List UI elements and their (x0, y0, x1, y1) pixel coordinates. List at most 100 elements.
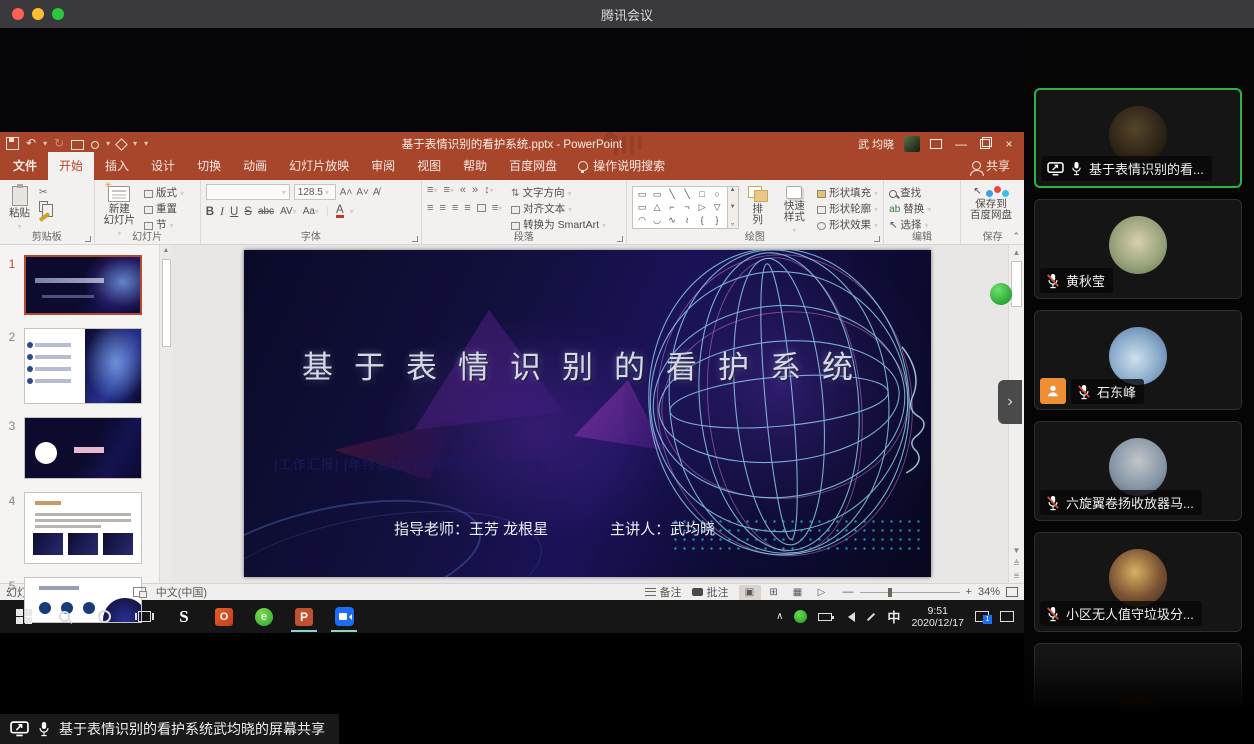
tab-review[interactable]: 审阅 (360, 152, 406, 180)
save-to-baidu-button[interactable]: ↖ 保存到 百度网盘 (966, 184, 1016, 223)
participant-tile[interactable]: 石东峰 (1034, 310, 1242, 410)
shape-fill-button[interactable]: 形状填充▾ (817, 187, 878, 200)
scroll-down-icon[interactable]: ▼ (1013, 546, 1021, 555)
tab-help[interactable]: 帮助 (452, 152, 498, 180)
antivirus-tray-icon[interactable] (794, 610, 807, 623)
shape-cell[interactable]: ⌐ (665, 201, 680, 214)
clipboard-dialog-launcher[interactable] (85, 236, 91, 242)
reading-view-button[interactable]: ▦ (787, 585, 809, 600)
tab-home[interactable]: 开始 (48, 152, 94, 180)
normal-view-button[interactable]: ▣ (739, 585, 761, 600)
shape-gallery[interactable]: ▭ ▭ ╲ ╲ □ ○ ▭ △ ⌐ ¬ ▷ ▽ (632, 186, 728, 229)
copy-icon[interactable] (39, 201, 48, 212)
shape-cell[interactable]: ¬ (680, 201, 695, 214)
zoom-level[interactable]: 34% (978, 586, 1000, 598)
shape-cell[interactable]: ╲ (680, 188, 695, 201)
shape-cell[interactable]: △ (650, 201, 665, 214)
tab-insert[interactable]: 插入 (94, 152, 140, 180)
shadow-button[interactable]: abc (258, 206, 274, 217)
change-case-button[interactable]: Aa▾ (303, 206, 319, 217)
slideshow-view-button[interactable]: ▷ (811, 585, 833, 600)
slide-sorter-view-button[interactable]: ⊞ (763, 585, 785, 600)
meeting-taskbar-icon[interactable] (324, 600, 364, 633)
show-hidden-icons[interactable]: ∧ (776, 611, 783, 622)
zoom-in-button[interactable]: + (966, 586, 972, 598)
line-spacing-icon[interactable]: ↕▾ (484, 184, 494, 196)
shape-cell[interactable]: { (695, 214, 710, 227)
share-contact-icon[interactable] (91, 141, 99, 149)
shape-cell[interactable]: ▭ (635, 201, 650, 214)
browser-app-icon[interactable]: e (244, 600, 284, 633)
increase-indent-icon[interactable]: » (472, 184, 478, 196)
tell-me-search[interactable]: 操作说明搜索 (568, 152, 675, 180)
powerpoint-taskbar-icon[interactable]: P (284, 600, 324, 633)
font-dialog-launcher[interactable] (412, 236, 418, 242)
qat-more-icon[interactable]: ▾ (144, 139, 148, 148)
ribbon-display-options-icon[interactable] (930, 139, 942, 149)
tab-file[interactable]: 文件 (2, 152, 48, 180)
align-left-icon[interactable]: ≡ (427, 202, 433, 214)
shape-cell[interactable]: ╲ (665, 188, 680, 201)
account-name[interactable]: 武 均晓 (858, 136, 894, 152)
replace-button[interactable]: ab替换▾ (889, 203, 931, 216)
numbering-button[interactable]: ≡▾ (443, 184, 453, 196)
cut-icon[interactable]: ✂ (39, 187, 50, 198)
shape-cell[interactable]: ▽ (710, 201, 725, 214)
bullets-button[interactable]: ≡▾ (427, 184, 437, 196)
comments-button[interactable]: 批注 (692, 584, 729, 600)
ppt-restore-button[interactable] (980, 139, 990, 149)
tab-view[interactable]: 视图 (406, 152, 452, 180)
slide-1-thumbnail[interactable] (24, 255, 142, 315)
dropdown-icon[interactable]: ▾ (106, 139, 110, 148)
thumbnail-row[interactable]: 1 (0, 255, 172, 315)
text-direction-button[interactable]: ⇅文字方向▾ (511, 187, 606, 200)
start-button[interactable] (4, 600, 44, 633)
volume-icon[interactable] (843, 612, 855, 622)
shape-cell[interactable]: ▭ (635, 188, 650, 201)
paragraph-dialog-launcher[interactable] (617, 236, 623, 242)
share-button[interactable]: 共享 (960, 152, 1022, 180)
zoom-slider[interactable] (860, 592, 960, 593)
shape-cell[interactable]: } (710, 214, 725, 227)
columns-dropdown-icon[interactable]: ≡▾ (492, 202, 502, 214)
start-slideshow-icon[interactable] (71, 140, 84, 150)
thumbnail-row[interactable]: 4 (0, 492, 172, 564)
screen-share-banner[interactable]: 基于表情识别的看护系统武均晓的屏幕共享 (0, 714, 339, 744)
thumbnail-row[interactable]: 2 (0, 328, 172, 404)
shape-cell[interactable]: ∿ (665, 214, 680, 227)
slide-3-thumbnail[interactable] (24, 417, 142, 479)
pen-icon[interactable] (867, 612, 875, 620)
task-view-icon[interactable] (124, 600, 164, 633)
ppt-minimize-button[interactable]: — (952, 137, 970, 151)
participant-tile[interactable]: 黄秋莹 (1034, 199, 1242, 299)
underline-button[interactable]: U (230, 206, 238, 218)
battery-icon[interactable] (818, 613, 832, 621)
current-slide[interactable]: 基于表情识别的看护系统 [工作汇报] [年终总结] [新年计划] [企业宣传] … (244, 250, 931, 577)
collapse-ribbon-icon[interactable]: ⌃ (1012, 231, 1020, 242)
slide-2-thumbnail[interactable] (24, 328, 142, 404)
next-slide-icon[interactable]: ≝ (1013, 572, 1020, 581)
participant-tile-partial[interactable] (1034, 643, 1242, 707)
grow-font-icon[interactable]: A˄ (340, 187, 353, 198)
undo-icon[interactable]: ↶ (26, 137, 36, 150)
redo-icon[interactable]: ↻ (54, 137, 64, 150)
save-icon[interactable] (6, 137, 19, 150)
shape-cell[interactable]: ≀ (680, 214, 695, 227)
shape-cell[interactable]: □ (695, 188, 710, 201)
shape-outline-button[interactable]: 形状轮廓▾ (817, 203, 878, 216)
undo-dropdown-icon[interactable]: ▾ (43, 139, 47, 148)
align-text-button[interactable]: 对齐文本▾ (511, 203, 606, 216)
ime-indicator[interactable]: 中 (887, 607, 900, 626)
clock[interactable]: 9:51 2020/12/17 (911, 605, 964, 629)
thumbnail-row[interactable]: 3 (0, 417, 172, 479)
font-color-dropdown-icon[interactable]: ▾ (350, 207, 354, 216)
shape-gallery-scroll[interactable]: ▲▼▿ (728, 186, 739, 229)
previous-slide-icon[interactable]: ≜ (1013, 559, 1020, 568)
slide-4-thumbnail[interactable] (24, 492, 142, 564)
align-right-icon[interactable]: ≡ (452, 202, 458, 214)
layout-button[interactable]: 版式▾ (144, 187, 184, 200)
pinned-app-icon[interactable]: S (164, 600, 204, 633)
font-name-combobox[interactable]: ▾ (206, 184, 290, 200)
cortana-icon[interactable] (84, 600, 124, 633)
bold-button[interactable]: B (206, 206, 214, 218)
